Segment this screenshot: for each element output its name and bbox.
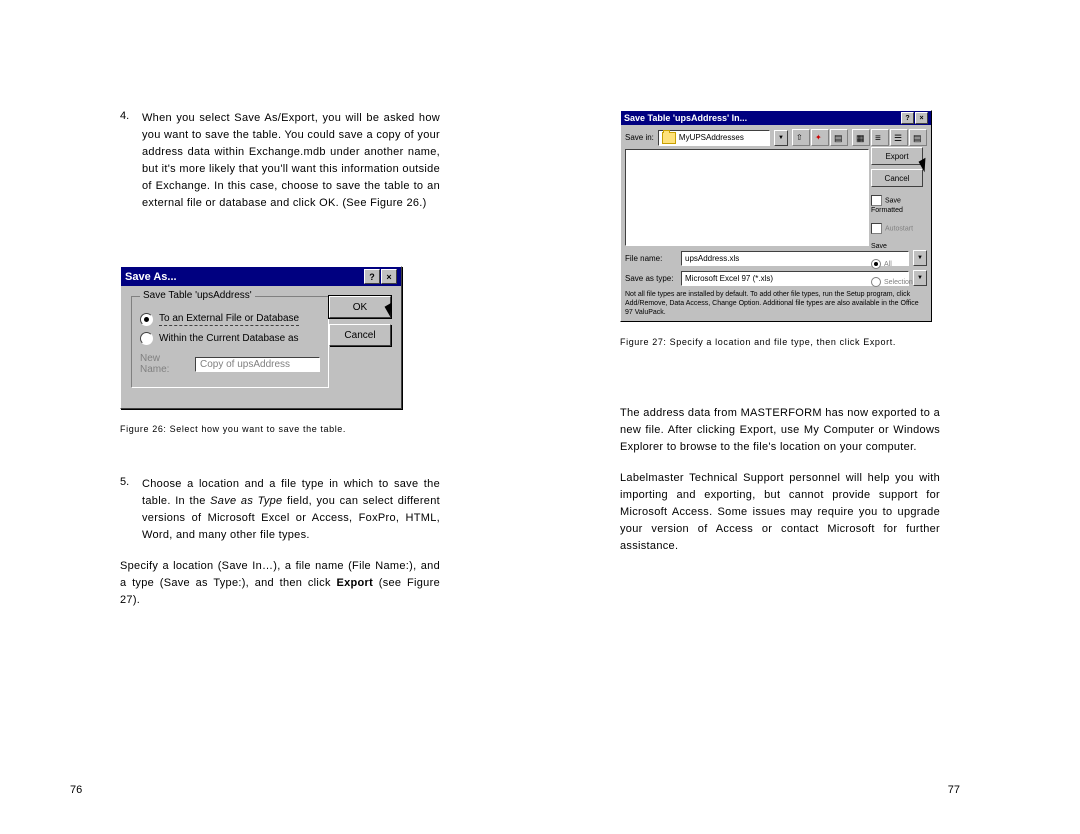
radio-icon bbox=[140, 313, 153, 326]
file-name-value: upsAddress.xls bbox=[685, 254, 739, 263]
text-bold: Export bbox=[336, 577, 373, 589]
radio-label: All bbox=[884, 261, 892, 268]
radio-icon bbox=[140, 332, 153, 345]
left-column: 4. When you select Save As/Export, you w… bbox=[120, 110, 440, 794]
preview-view-icon[interactable] bbox=[909, 129, 927, 146]
radio-all[interactable]: All bbox=[871, 259, 923, 269]
save-formatted-checkbox[interactable]: Save Formatted bbox=[871, 195, 923, 215]
list-number: 5. bbox=[120, 476, 134, 544]
dialog-titlebar[interactable]: Save As... ? × bbox=[121, 267, 401, 286]
dialog-hint: Not all file types are installed by defa… bbox=[625, 291, 927, 317]
paragraph: Labelmaster Technical Support personnel … bbox=[620, 470, 940, 555]
list-body: When you select Save As/Export, you will… bbox=[142, 110, 440, 212]
groupbox-title: Save Table 'upsAddress' bbox=[140, 290, 255, 301]
save-in-dialog: Save Table 'upsAddress' In... ? × Save i… bbox=[620, 110, 932, 322]
new-folder-icon[interactable] bbox=[830, 129, 848, 146]
list-view-icon[interactable] bbox=[852, 129, 870, 146]
list-body: Choose a location and a file type in whi… bbox=[142, 476, 440, 544]
help-icon[interactable]: ? bbox=[364, 269, 380, 284]
radio-selection[interactable]: Selection bbox=[871, 277, 923, 287]
save-as-dialog: Save As... ? × Save Table 'upsAddress' T… bbox=[120, 266, 402, 409]
text-emphasis: Save as Type bbox=[210, 495, 282, 507]
save-as-type-value: Microsoft Excel 97 (*.xls) bbox=[685, 274, 773, 283]
save-table-groupbox: Save Table 'upsAddress' To an External F… bbox=[131, 296, 329, 388]
dialog-title: Save Table 'upsAddress' In... bbox=[624, 113, 747, 123]
favorites-icon[interactable] bbox=[811, 129, 829, 146]
save-section-label: Save bbox=[871, 242, 923, 251]
properties-view-icon[interactable] bbox=[890, 129, 908, 146]
up-one-level-icon[interactable] bbox=[792, 129, 810, 146]
right-column: Save Table 'upsAddress' In... ? × Save i… bbox=[620, 110, 940, 794]
page-number-right: 77 bbox=[948, 784, 960, 796]
dialog-title: Save As... bbox=[125, 271, 177, 283]
dialog-titlebar[interactable]: Save Table 'upsAddress' In... ? × bbox=[621, 111, 931, 125]
details-view-icon[interactable] bbox=[871, 129, 889, 146]
list-item-4: 4. When you select Save As/Export, you w… bbox=[120, 110, 440, 212]
chevron-down-icon[interactable]: ▼ bbox=[774, 130, 788, 146]
save-in-label: Save in: bbox=[625, 133, 654, 142]
figure-26-caption: Figure 26: Select how you want to save t… bbox=[120, 423, 440, 436]
close-icon[interactable]: × bbox=[915, 112, 928, 124]
radio-label: Within the Current Database as bbox=[159, 333, 299, 344]
cancel-button[interactable]: Cancel bbox=[329, 324, 391, 346]
cancel-button[interactable]: Cancel bbox=[871, 169, 923, 187]
export-button[interactable]: Export bbox=[871, 147, 923, 165]
paragraph: The address data from MASTERFORM has now… bbox=[620, 405, 940, 456]
figure-27-caption: Figure 27: Specify a location and file t… bbox=[620, 336, 940, 349]
page-number-left: 76 bbox=[70, 784, 82, 796]
save-as-type-label: Save as type: bbox=[625, 274, 677, 283]
new-name-label: New Name: bbox=[140, 353, 189, 375]
autostart-checkbox[interactable]: Autostart bbox=[871, 223, 923, 234]
paragraph: Specify a location (Save In…), a file na… bbox=[120, 558, 440, 609]
save-in-combo[interactable]: MyUPSAddresses bbox=[658, 130, 770, 146]
radio-label: To an External File or Database bbox=[159, 313, 299, 326]
ok-button[interactable]: OK bbox=[329, 296, 391, 318]
new-name-field[interactable]: Copy of upsAddress bbox=[195, 357, 320, 372]
new-name-row: New Name: Copy of upsAddress bbox=[140, 353, 320, 375]
radio-label: Selection bbox=[884, 279, 913, 286]
list-item-5: 5. Choose a location and a file type in … bbox=[120, 476, 440, 544]
radio-within-db[interactable]: Within the Current Database as bbox=[140, 332, 320, 345]
folder-icon bbox=[662, 132, 676, 144]
checkbox-label: Autostart bbox=[885, 225, 913, 232]
close-icon[interactable]: × bbox=[381, 269, 397, 284]
folder-name: MyUPSAddresses bbox=[679, 133, 744, 142]
file-name-label: File name: bbox=[625, 254, 677, 263]
file-listing[interactable] bbox=[625, 149, 869, 246]
help-icon[interactable]: ? bbox=[901, 112, 914, 124]
list-number: 4. bbox=[120, 110, 134, 212]
radio-external[interactable]: To an External File or Database bbox=[140, 313, 320, 326]
